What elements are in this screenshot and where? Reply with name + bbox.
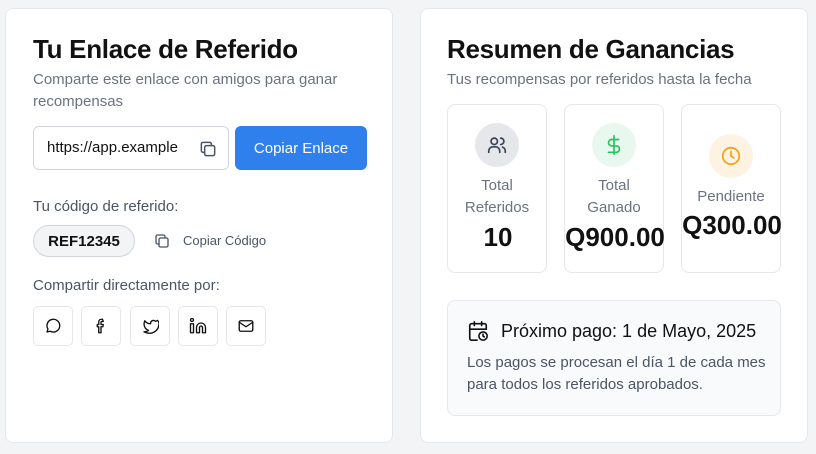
next-payout-description: Los pagos se procesan el día 1 de cada m… — [467, 354, 766, 393]
earnings-title: Resumen de Ganancias — [447, 34, 735, 64]
next-payout-title: Próximo pago: 1 de Mayo, 2025 — [501, 321, 757, 341]
stat-value: Q900.00 — [565, 222, 665, 252]
share-linkedin-button[interactable] — [178, 306, 218, 346]
share-facebook-button[interactable] — [81, 306, 121, 346]
clock-icon-badge — [709, 134, 753, 178]
copy-icon[interactable] — [198, 139, 218, 159]
stat-label-line1: Total — [481, 177, 513, 194]
copy-code-icon[interactable] — [153, 232, 171, 250]
share-whatsapp-button[interactable] — [33, 306, 73, 346]
dollar-icon — [607, 135, 621, 155]
stat-label-line1: Total — [598, 177, 630, 194]
next-payout-box: Próximo pago: 1 de Mayo, 2025 Los pagos … — [447, 300, 781, 416]
referral-code-label: Tu código de referido: — [33, 198, 179, 215]
calendar-clock-icon — [468, 321, 488, 341]
copy-link-button[interactable]: Copiar Enlace — [235, 126, 367, 170]
whatsapp-icon — [46, 318, 61, 333]
referral-link-field[interactable]: https://app.example — [33, 126, 229, 170]
referral-code-badge: REF12345 — [33, 225, 135, 257]
stat-total-referrals: Total Referidos 10 — [447, 104, 547, 273]
referral-subtitle: Comparte este enlace con amigos para gan… — [33, 71, 338, 110]
stat-pending: Pendiente Q300.00 — [681, 104, 782, 273]
earnings-summary-card: Resumen de Ganancias Tus recompensas por… — [420, 8, 808, 443]
earnings-subtitle: Tus recompensas por referidos hasta la f… — [447, 71, 752, 88]
users-icon-badge — [475, 123, 519, 167]
clock-icon — [721, 146, 741, 166]
referral-link-value[interactable]: https://app.example — [47, 139, 187, 156]
stat-label-line2: Ganado — [587, 199, 641, 216]
stat-label-line1: Pendiente — [697, 188, 765, 205]
mail-icon — [238, 320, 254, 332]
share-email-button[interactable] — [226, 306, 266, 346]
facebook-icon — [96, 318, 104, 334]
referral-link-card: Tu Enlace de Referido Comparte este enla… — [5, 8, 393, 443]
share-twitter-button[interactable] — [130, 306, 170, 346]
dollar-icon-badge — [592, 123, 636, 167]
stat-value: Q300.00 — [682, 210, 782, 240]
stat-value: 10 — [483, 222, 513, 252]
stat-total-earned: Total Ganado Q900.00 — [564, 104, 665, 273]
linkedin-icon — [189, 317, 207, 334]
users-icon — [487, 137, 507, 154]
copy-code-button[interactable]: Copiar Código — [183, 233, 266, 248]
twitter-icon — [143, 319, 159, 334]
stat-label-line2: Referidos — [464, 199, 530, 216]
referral-title: Tu Enlace de Referido — [33, 34, 298, 64]
share-label: Compartir directamente por: — [33, 277, 220, 294]
